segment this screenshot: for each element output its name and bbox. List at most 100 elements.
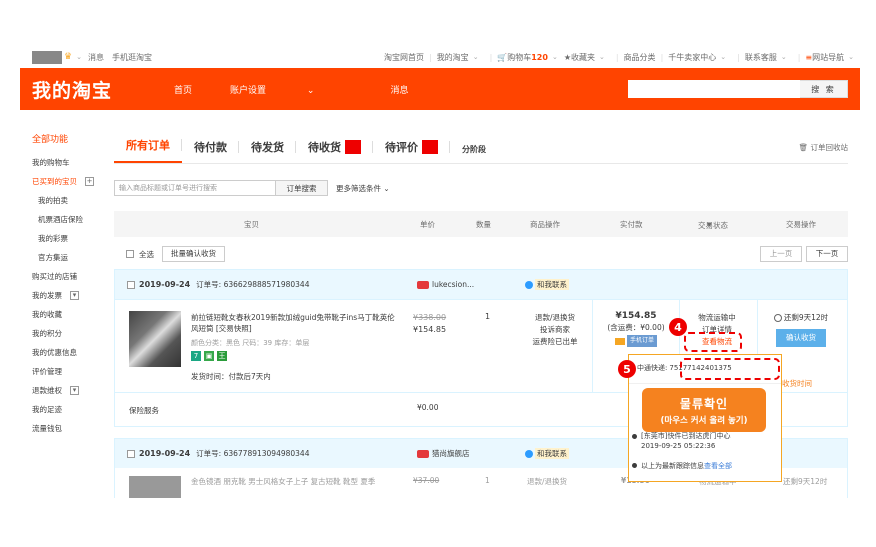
product-title[interactable]: 金色镜酒 朋克靴 男士风格女子上子 复古短靴 靴型 夏季 — [191, 476, 375, 487]
sidebar-item[interactable]: 我的彩票 — [32, 229, 112, 248]
sidebar-item[interactable]: 我的拍卖 — [32, 191, 112, 210]
order-checkbox[interactable] — [127, 449, 135, 458]
chevron-down-icon: ⌄ — [306, 85, 315, 96]
batch-confirm-button[interactable]: 批量确认收货 — [162, 246, 225, 262]
sidebar-item[interactable]: 我的收藏 — [32, 305, 112, 324]
shop-name: 猎尚旗舰店 — [432, 449, 470, 458]
tab-all-orders[interactable]: 所有订单 — [114, 137, 182, 163]
freight-insurance-link[interactable]: 运费险已出单 — [519, 336, 591, 348]
product-image[interactable] — [129, 476, 181, 498]
order-header: 2019-09-24 订单号: 636629888571980344 lukec… — [115, 270, 847, 299]
contact-seller[interactable]: 和我联系 — [525, 448, 569, 459]
topbar-link-messages[interactable]: 消息 — [88, 52, 104, 63]
wangwang-icon — [525, 449, 533, 458]
nav-account-settings[interactable]: 账户设置 ⌄ — [230, 83, 352, 96]
topbar-link-cart[interactable]: 购物车 — [507, 52, 531, 63]
sidebar-item[interactable]: 评价管理 — [32, 362, 112, 381]
view-all-tracking-link[interactable]: 查看全部 — [704, 462, 732, 470]
topbar-link-site-nav[interactable]: 网站导航 — [812, 52, 844, 63]
prev-page-button[interactable]: 上一页 — [760, 246, 802, 262]
select-all-checkbox[interactable] — [126, 250, 134, 258]
sidebar-item[interactable]: 我的购物车 — [32, 153, 112, 172]
next-page-button[interactable]: 下一页 — [806, 246, 848, 262]
header-search-input[interactable] — [628, 80, 800, 98]
tab-unpaid[interactable]: 待付款 — [182, 139, 239, 163]
refund-link[interactable]: 退款/退换货 — [527, 476, 567, 487]
order-checkbox[interactable] — [127, 280, 135, 289]
header-search-button[interactable]: 搜 索 — [800, 80, 848, 98]
sidebar-item-label: 官方集运 — [38, 253, 68, 262]
chevron-down-icon: ⌄ — [472, 53, 479, 61]
topbar-link-service[interactable]: 联系客服 — [745, 52, 777, 63]
sidebar-item[interactable]: 我的优惠信息 — [32, 343, 112, 362]
order-search-input[interactable]: 输入商品标题或订单号进行搜索 — [114, 180, 276, 196]
cart-count[interactable]: 120 — [531, 53, 548, 62]
confirm-receipt-button[interactable]: 确认收货 — [776, 329, 826, 347]
sidebar-item[interactable]: 流量钱包 — [32, 419, 112, 438]
shop-icon — [417, 449, 429, 458]
sidebar-item[interactable]: 机票酒店保险 — [32, 210, 112, 229]
shop-name: lukecsion... — [432, 280, 475, 289]
sidebar-item[interactable]: 我的积分 — [32, 324, 112, 343]
shop-link[interactable]: lukecsion... — [417, 280, 474, 289]
redacted-count — [422, 140, 438, 154]
tab-unshipped[interactable]: 待发货 — [239, 139, 296, 163]
more-filters-toggle[interactable]: 更多筛选条件 ⌄ — [336, 183, 390, 194]
chevron-down-icon: ⌄ — [383, 183, 390, 193]
tab-unreceived[interactable]: 待收货 — [296, 139, 373, 163]
ship-time: 发货时间：付款后7天内 — [191, 372, 271, 381]
nav-messages[interactable]: 消息 — [390, 83, 408, 96]
sidebar-item-label: 购买过的店铺 — [32, 272, 77, 281]
tab-unrated[interactable]: 待评价 — [373, 139, 450, 163]
select-all-label: 全选 — [139, 249, 154, 259]
tab-installment[interactable]: 分阶段 — [450, 144, 498, 163]
remaining-time-label: 还剩9天12时 — [783, 313, 829, 322]
sidebar-item-label: 我的购物车 — [32, 158, 70, 167]
sidebar-item-label: 我的发票 — [32, 291, 62, 300]
expand-toggle-icon[interactable]: + — [85, 177, 94, 186]
seven-day-return-icon[interactable]: 7 — [191, 351, 201, 361]
expand-toggle-icon[interactable]: ▾ — [70, 386, 79, 395]
product-title[interactable]: 前拉链短靴女春秋2019新款加绒guid兔带靴子ins马丁靴英伦风短筒 [交易快… — [191, 312, 401, 334]
freight-insurance-icon[interactable]: 王 — [217, 351, 227, 361]
topbar-link-favorites[interactable]: 收藏夹 — [571, 52, 595, 63]
refund-link[interactable]: 退款/退换货 — [519, 312, 591, 324]
sidebar-item-label: 我的足迹 — [32, 405, 62, 414]
sidebar-item[interactable]: 我的发票 ▾ — [32, 286, 112, 305]
sidebar-item-label: 评价管理 — [32, 367, 62, 376]
select-all[interactable]: 全选 — [126, 249, 154, 260]
shop-link[interactable]: 猎尚旗舰店 — [417, 448, 470, 459]
sidebar-item[interactable]: 购买过的店铺 — [32, 267, 112, 286]
username-redacted[interactable] — [32, 50, 62, 64]
topbar-link-mobile[interactable]: 手机逛淘宝 — [112, 52, 152, 63]
topbar-link-home[interactable]: 淘宝网首页 — [384, 52, 424, 63]
nav-home[interactable]: 首页 — [174, 83, 192, 96]
expand-toggle-icon[interactable]: ▾ — [70, 291, 79, 300]
recycle-bin-link[interactable]: 🗑 订单回收站 — [799, 142, 848, 163]
topbar-link-my-taobao[interactable]: 我的淘宝 — [437, 52, 469, 63]
sidebar-item-label: 退款维权 — [32, 386, 62, 395]
carrier-label: 中通快递: — [637, 364, 668, 372]
tab-installment-label: 分阶段 — [462, 145, 486, 154]
sidebar-item[interactable]: 官方集运 — [32, 248, 112, 267]
order-search-button[interactable]: 订单搜索 — [276, 180, 328, 196]
guarantee-icon[interactable]: ▣ — [204, 351, 214, 361]
sidebar-item-label: 机票酒店保险 — [38, 215, 83, 224]
complain-link[interactable]: 投诉商家 — [519, 324, 591, 336]
contact-seller[interactable]: 和我联系 — [525, 279, 569, 290]
topbar-link-seller-center[interactable]: 千牛卖家中心 — [668, 52, 716, 63]
order-date: 2019-09-24 — [139, 449, 191, 458]
product-image[interactable] — [129, 311, 181, 367]
sidebar: 全部功能 我的购物车 已买到的宝贝 + 我的拍卖 机票酒店保险 我的彩票 官方集运 购买过的店… — [32, 132, 112, 438]
col-status[interactable]: 交易状态 ▾ — [698, 220, 728, 230]
chevron-down-icon: ⌄ — [598, 53, 605, 61]
my-taobao-logo[interactable]: 我的淘宝 — [32, 76, 112, 103]
sidebar-item[interactable]: 退款维权 ▾ — [32, 381, 112, 400]
chevron-down-icon[interactable]: ⌄ — [76, 53, 82, 61]
mobile-order-badge: 手机订单 — [626, 335, 657, 347]
sidebar-item[interactable]: 我的足迹 — [32, 400, 112, 419]
topbar-link-categories[interactable]: 商品分类 — [624, 52, 656, 63]
chevron-down-icon: ⌄ — [551, 53, 558, 61]
col-paid: 实付款 — [620, 219, 643, 229]
sidebar-item[interactable]: 已买到的宝贝 + — [32, 172, 112, 191]
